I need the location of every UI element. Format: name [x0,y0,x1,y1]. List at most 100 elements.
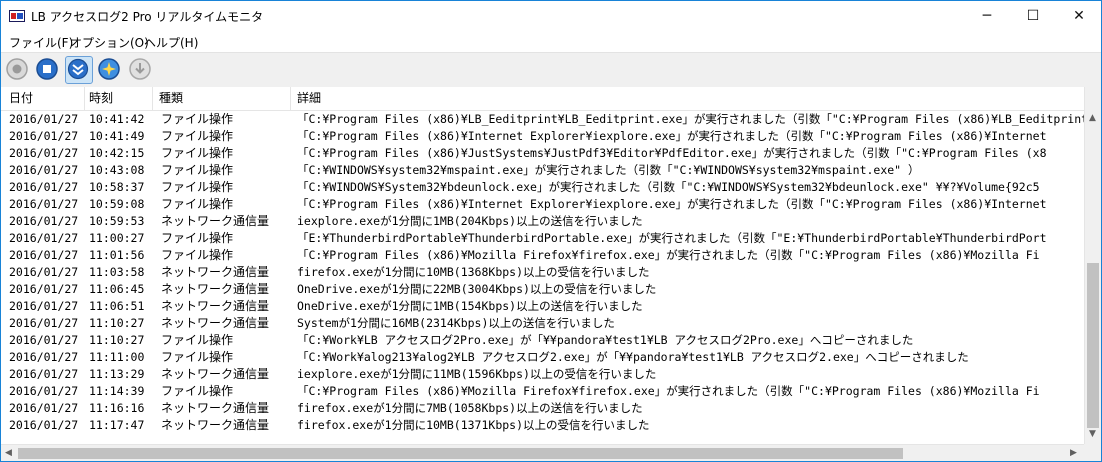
row-date: 2016/01/27 [9,350,79,364]
row-type: ファイル操作 [161,146,234,160]
menu-file[interactable]: ファイル(F) [9,34,73,51]
row-date: 2016/01/27 [9,299,79,313]
table-row[interactable]: 2016/01/27 10:58:37 ファイル操作 「C:¥WINDOWS¥Syst… [1,179,1084,196]
row-detail: 「C:¥Work¥alog213¥alog2¥LB アクセスログ2.exe」が「… [297,350,969,364]
row-detail: 「C:¥Program Files (x86)¥LB_Eeditprint¥LB… [297,112,1084,126]
row-detail: 「C:¥WINDOWS¥System32¥bdeunlock.exe」が実行され… [297,180,1040,194]
row-detail: firefox.exeが1分間に10MB(1371Kbps)以上の受信を行いまし… [297,418,650,432]
row-detail: iexplore.exeが1分間に11MB(1596Kbps)以上の受信を行いま… [297,367,657,381]
table-row[interactable]: 2016/01/27 10:59:53 ネットワーク通信量 iexplore.exeが… [1,213,1084,230]
row-time: 11:16:16 [89,401,145,415]
vertical-scroll-thumb[interactable] [1087,263,1099,428]
table-row[interactable]: 2016/01/27 11:03:58 ネットワーク通信量 firefox.exeが1… [1,264,1084,281]
scroll-down-icon[interactable]: ▼ [1089,429,1096,439]
row-detail: OneDrive.exeが1分間に22MB(3004Kbps)以上の受信を行いま… [297,282,657,296]
log-list[interactable]: 2016/01/27 10:41:42 ファイル操作 「C:¥Program File… [1,111,1084,444]
table-row[interactable]: 2016/01/27 11:06:51 ネットワーク通信量 OneDrive.exeが… [1,298,1084,315]
row-date: 2016/01/27 [9,316,79,330]
minimize-button[interactable]: ─ [964,1,1010,31]
app-window: LB アクセスログ2 Pro リアルタイムモニタ ─ ☐ ✕ ファイル(F) オ… [0,0,1102,462]
row-detail: Systemが1分間に16MB(2314Kbps)以上の送信を行いました [297,316,615,330]
row-date: 2016/01/27 [9,248,79,262]
stop-icon [36,58,58,80]
row-date: 2016/01/27 [9,384,79,398]
row-time: 11:17:47 [89,418,145,432]
row-time: 11:01:56 [89,248,145,262]
table-row[interactable]: 2016/01/27 10:42:15 ファイル操作 「C:¥Program File… [1,145,1084,162]
row-type: ネットワーク通信量 [161,214,270,228]
row-date: 2016/01/27 [9,214,79,228]
record-button[interactable] [4,56,30,82]
row-date: 2016/01/27 [9,180,79,194]
table-row[interactable]: 2016/01/27 11:13:29 ネットワーク通信量 iexplore.exeが… [1,366,1084,383]
column-header-date[interactable]: 日付 [1,87,85,110]
row-detail: 「C:¥Program Files (x86)¥Mozilla Firefox¥… [297,248,1040,262]
download-button[interactable] [127,56,153,82]
column-header-type[interactable]: 種類 [151,87,291,110]
autoscroll-button[interactable] [65,56,93,84]
row-detail: OneDrive.exeが1分間に1MB(154Kbps)以上の送信を行いました [297,299,643,313]
scrollbar-corner [1084,444,1101,461]
row-time: 11:03:58 [89,265,145,279]
row-time: 11:13:29 [89,367,145,381]
menu-help[interactable]: ヘルプ(H) [144,34,198,51]
scroll-right-icon[interactable]: ▶ [1070,448,1077,458]
row-date: 2016/01/27 [9,418,79,432]
filter-button[interactable] [96,56,122,82]
row-detail: iexplore.exeが1分間に1MB(204Kbps)以上の送信を行いました [297,214,643,228]
row-detail: firefox.exeが1分間に7MB(1058Kbps)以上の送信を行いました [297,401,643,415]
table-row[interactable]: 2016/01/27 11:06:45 ネットワーク通信量 OneDrive.exeが… [1,281,1084,298]
table-row[interactable]: 2016/01/27 11:01:56 ファイル操作 「C:¥Program File… [1,247,1084,264]
row-type: ネットワーク通信量 [161,316,270,330]
table-row[interactable]: 2016/01/27 10:41:49 ファイル操作 「C:¥Program File… [1,128,1084,145]
row-date: 2016/01/27 [9,265,79,279]
table-row[interactable]: 2016/01/27 11:11:00 ファイル操作 「C:¥Work¥alog213… [1,349,1084,366]
close-button[interactable]: ✕ [1056,1,1101,31]
row-type: ファイル操作 [161,129,234,143]
scroll-left-icon[interactable]: ◀ [5,448,12,458]
app-icon [9,10,25,22]
column-header-detail[interactable]: 詳細 [289,87,1085,110]
table-row[interactable]: 2016/01/27 11:00:27 ファイル操作 「E:¥ThunderbirdP… [1,230,1084,247]
table-row[interactable]: 2016/01/27 11:10:27 ネットワーク通信量 Systemが1分間に16… [1,315,1084,332]
maximize-icon: ☐ [1026,8,1040,24]
table-row[interactable]: 2016/01/27 11:10:27 ファイル操作 「C:¥Work¥LB アクセス… [1,332,1084,349]
row-time: 11:14:39 [89,384,145,398]
maximize-button[interactable]: ☐ [1010,1,1056,31]
horizontal-scrollbar[interactable]: ◀ ▶ [1,444,1084,461]
stop-button[interactable] [34,56,60,82]
row-type: ファイル操作 [161,384,234,398]
table-row[interactable]: 2016/01/27 10:43:08 ファイル操作 「C:¥WINDOWS¥syst… [1,162,1084,179]
close-icon: ✕ [1073,8,1085,24]
row-type: ネットワーク通信量 [161,282,270,296]
column-header-time[interactable]: 時刻 [81,87,153,110]
row-time: 10:58:37 [89,180,145,194]
row-date: 2016/01/27 [9,197,79,211]
row-detail: 「C:¥Program Files (x86)¥Internet Explore… [297,197,1047,211]
row-time: 11:06:51 [89,299,145,313]
row-time: 11:10:27 [89,333,145,347]
row-detail: 「C:¥Program Files (x86)¥JustSystems¥Just… [297,146,1047,160]
row-type: ファイル操作 [161,197,234,211]
row-type: ネットワーク通信量 [161,418,270,432]
table-row[interactable]: 2016/01/27 11:16:16 ネットワーク通信量 firefox.exeが1… [1,400,1084,417]
table-row[interactable]: 2016/01/27 11:17:47 ネットワーク通信量 firefox.exeが1… [1,417,1084,434]
row-detail: 「C:¥Work¥LB アクセスログ2Pro.exe」が「¥¥pandora¥t… [297,333,914,347]
row-time: 10:41:42 [89,112,145,126]
row-type: ネットワーク通信量 [161,401,270,415]
menu-options[interactable]: オプション(O) [70,34,149,51]
title-bar[interactable]: LB アクセスログ2 Pro リアルタイムモニタ ─ ☐ ✕ [1,1,1101,31]
horizontal-scroll-thumb[interactable] [18,448,903,459]
menu-bar: ファイル(F) オプション(O) ヘルプ(H) [1,31,1101,52]
row-type: ファイル操作 [161,350,234,364]
table-row[interactable]: 2016/01/27 10:41:42 ファイル操作 「C:¥Program File… [1,111,1084,128]
table-row[interactable]: 2016/01/27 10:59:08 ファイル操作 「C:¥Program File… [1,196,1084,213]
row-date: 2016/01/27 [9,146,79,160]
row-type: ファイル操作 [161,163,234,177]
toolbar [1,52,1101,88]
row-type: ファイル操作 [161,112,234,126]
vertical-scrollbar[interactable]: ▲ ▼ [1084,87,1101,444]
scroll-up-icon[interactable]: ▲ [1089,113,1096,123]
table-row[interactable]: 2016/01/27 11:14:39 ファイル操作 「C:¥Program File… [1,383,1084,400]
row-detail: 「E:¥ThunderbirdPortable¥ThunderbirdPorta… [297,231,1047,245]
